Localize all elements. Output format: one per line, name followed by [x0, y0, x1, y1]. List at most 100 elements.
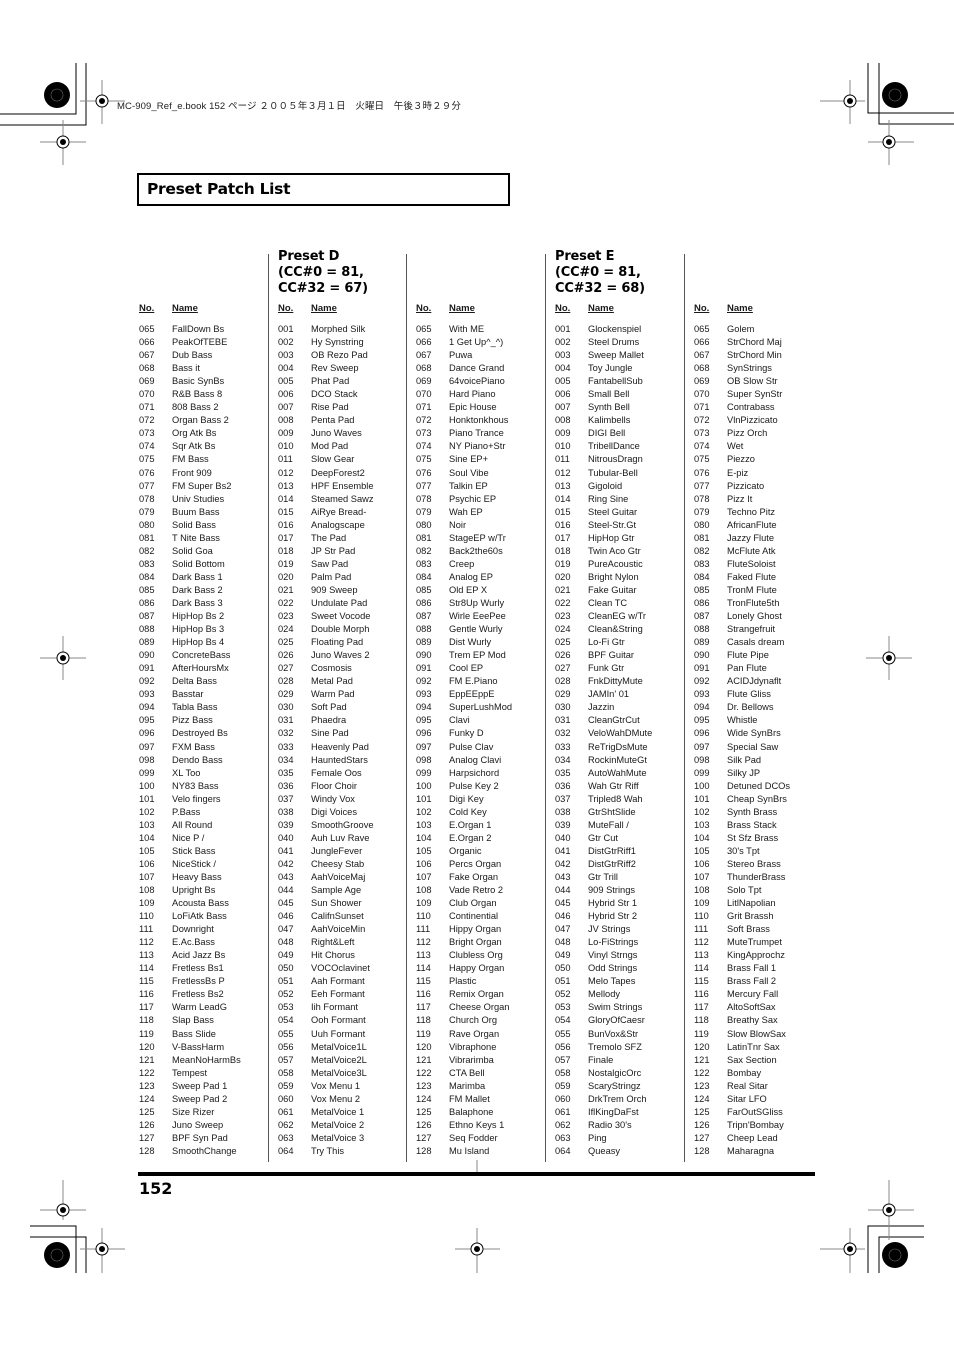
- patch-row: 088 Gentle Wurly: [416, 623, 546, 636]
- patch-row: 090 Trem EP Mod: [416, 649, 546, 662]
- patch-row: 010 Mod Pad: [278, 440, 408, 453]
- patch-name: 30's Tpt: [727, 845, 760, 856]
- patch-number: 085: [416, 584, 432, 595]
- patch-number: 012: [278, 467, 294, 478]
- patch-number: 007: [278, 402, 294, 413]
- patch-name: Flute Gliss: [727, 689, 771, 700]
- patch-name: Church Org: [449, 1015, 498, 1026]
- patch-row: 094 Dr. Bellows: [694, 701, 824, 714]
- patch-number: 073: [694, 428, 710, 439]
- patch-name: FallDown Bs: [172, 324, 225, 334]
- patch-number: 113: [139, 950, 154, 961]
- patch-name: Happy Organ: [449, 963, 505, 974]
- patch-row: 124 Sweep Pad 2: [139, 1093, 269, 1106]
- patch-number: 063: [278, 1132, 294, 1143]
- patch-name: Basic SynBs: [172, 376, 225, 387]
- patch-number: 086: [416, 597, 432, 608]
- patch-name: Hybrid Str 2: [588, 911, 638, 922]
- patch-row: 126 Tripn'Bombay: [694, 1119, 824, 1132]
- patch-row: 096 Wide SynBrs: [694, 727, 824, 740]
- patch-row: 030 Soft Pad: [278, 701, 408, 714]
- patch-number: 079: [694, 506, 710, 517]
- patch-number: 099: [139, 767, 155, 778]
- patch-name: Basstar: [172, 689, 204, 700]
- patch-name: HipHop Bs 3: [172, 624, 225, 635]
- patch-row: 070 R&B Bass 8: [139, 388, 269, 401]
- patch-name: Cheep Lead: [727, 1132, 778, 1143]
- patch-row: 079 Techno Pitz: [694, 506, 824, 519]
- patch-number: 088: [694, 624, 710, 635]
- patch-name: Plastic: [449, 976, 477, 987]
- patch-row: 011 NitrousDragn: [555, 453, 685, 466]
- patch-name: Org Atk Bs: [172, 428, 217, 439]
- patch-number: 119: [694, 1028, 709, 1039]
- patch-row: 015 AiRye Bread-: [278, 506, 408, 519]
- patch-name: Metal Pad: [311, 676, 353, 687]
- patch-name: 909 Sweep: [311, 584, 358, 595]
- patch-number: 025: [555, 637, 571, 648]
- patch-number: 072: [139, 415, 155, 426]
- patch-name: Acid Jazz Bs: [172, 950, 226, 961]
- patch-number: 100: [694, 780, 710, 791]
- patch-number: 064: [278, 1145, 294, 1156]
- patch-row: 069 64voicePiano: [416, 375, 546, 388]
- patch-name: Analogscape: [311, 519, 365, 530]
- patch-name: DeepForest2: [311, 467, 365, 478]
- patch-row: 036 Wah Gtr Riff: [555, 780, 685, 793]
- patch-row: 012 Tubular-Bell: [555, 467, 685, 480]
- patch-row: 067 Puwa: [416, 349, 546, 362]
- patch-number: 116: [416, 989, 431, 1000]
- patch-number: 059: [278, 1080, 294, 1091]
- patch-number: 014: [278, 493, 294, 504]
- patch-name: Psychic EP: [449, 493, 497, 504]
- patch-row: 080 AfricanFlute: [694, 519, 824, 532]
- patch-name: Pulse Key 2: [449, 780, 499, 791]
- patch-number: 022: [278, 597, 294, 608]
- patch-number: 082: [139, 545, 155, 556]
- patch-name: Synth Brass: [727, 806, 778, 817]
- patch-name: Harpsichord: [449, 767, 500, 778]
- patch-name: Morphed Silk: [311, 324, 366, 334]
- patch-number: 034: [278, 754, 294, 765]
- patch-row: 082 Solid Goa: [139, 545, 269, 558]
- patch-row: 102 P.Bass: [139, 806, 269, 819]
- patch-number: 052: [278, 989, 294, 1000]
- patch-row: 045 Sun Shower: [278, 897, 408, 910]
- patch-number: 069: [416, 376, 432, 387]
- patch-number: 098: [416, 754, 432, 765]
- patch-number: 006: [555, 389, 571, 400]
- patch-name: Floating Pad: [311, 637, 364, 648]
- patch-number: 111: [694, 924, 709, 935]
- patch-number: 004: [555, 363, 571, 374]
- patch-number: 094: [416, 702, 432, 713]
- patch-number: 088: [416, 624, 432, 635]
- patch-name: Bombay: [727, 1067, 762, 1078]
- patch-name: TronFlute5th: [727, 597, 780, 608]
- patch-number: 017: [278, 532, 294, 543]
- patch-name: Downright: [172, 924, 214, 935]
- patch-number: 058: [555, 1067, 571, 1078]
- patch-row: 027 Funk Gtr: [555, 662, 685, 675]
- patch-name: Clean TC: [588, 597, 628, 608]
- patch-number: 099: [694, 767, 710, 778]
- patch-number: 021: [278, 584, 294, 595]
- patch-number: 125: [139, 1106, 155, 1117]
- patch-name: CTA Bell: [449, 1067, 485, 1078]
- patch-number: 056: [278, 1041, 294, 1052]
- patch-name: Club Organ: [449, 898, 497, 909]
- column-header: No. Name: [694, 303, 824, 323]
- patch-number: 075: [694, 454, 710, 465]
- patch-number: 117: [694, 1002, 709, 1013]
- patch-name: Cool EP: [449, 663, 484, 674]
- patch-row: 078 Psychic EP: [416, 493, 546, 506]
- patch-row: 038 Digi Voices: [278, 806, 408, 819]
- patch-number: 052: [555, 989, 571, 1000]
- footer-rule: [138, 1172, 815, 1176]
- patch-row: 078 Univ Studies: [139, 493, 269, 506]
- patch-name: Remix Organ: [449, 989, 504, 1000]
- patch-name: Try This: [311, 1145, 345, 1156]
- patch-number: 057: [278, 1054, 294, 1065]
- patch-row: 096 Funky D: [416, 727, 546, 740]
- patch-number: 120: [416, 1041, 432, 1052]
- patch-number: 095: [694, 715, 710, 726]
